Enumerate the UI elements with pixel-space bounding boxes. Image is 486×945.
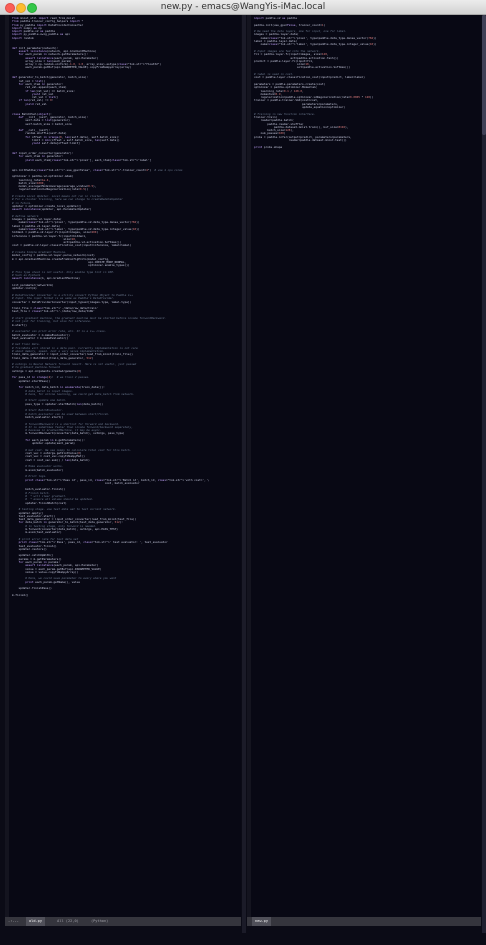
editor-pane-left[interactable]: from mnist_util import read_from_mnist f…: [5, 15, 241, 917]
buffer-name-new-py[interactable]: new.py: [252, 917, 271, 926]
right-fringe: [247, 15, 251, 917]
buffer-status: -:---: [8, 919, 19, 923]
vertical-scrollbar[interactable]: [482, 15, 486, 933]
echo-area[interactable]: [0, 933, 486, 945]
major-mode[interactable]: (Python): [91, 917, 108, 926]
scrollbar-thumb[interactable]: [482, 15, 486, 135]
cursor-position: All (22,0): [57, 919, 79, 923]
window-title: new.py - emacs@WangYis-iMac.local: [160, 2, 326, 12]
left-fringe: [5, 15, 9, 917]
code-text-left[interactable]: from mnist_util import read_from_mnist f…: [12, 16, 209, 597]
code-text-right[interactable]: import paddle.v2 as paddle paddle.init(u…: [254, 16, 377, 149]
mode-line-right[interactable]: new.py: [247, 917, 481, 926]
code-buffer-new-py[interactable]: import paddle.v2 as paddle paddle.init(u…: [254, 16, 377, 149]
window-divider[interactable]: [242, 15, 246, 933]
title-bar[interactable]: new.py - emacs@WangYis-iMac.local: [0, 0, 486, 15]
emacs-frame: from mnist_util import read_from_mnist f…: [0, 15, 486, 933]
buffer-name-old-py[interactable]: old.py: [26, 917, 45, 926]
mode-line-left[interactable]: -:--- old.py All (22,0) (Python): [5, 917, 241, 926]
editor-pane-right[interactable]: import paddle.v2 as paddle paddle.init(u…: [247, 15, 481, 917]
code-buffer-old-py[interactable]: from mnist_util import read_from_mnist f…: [12, 16, 209, 597]
